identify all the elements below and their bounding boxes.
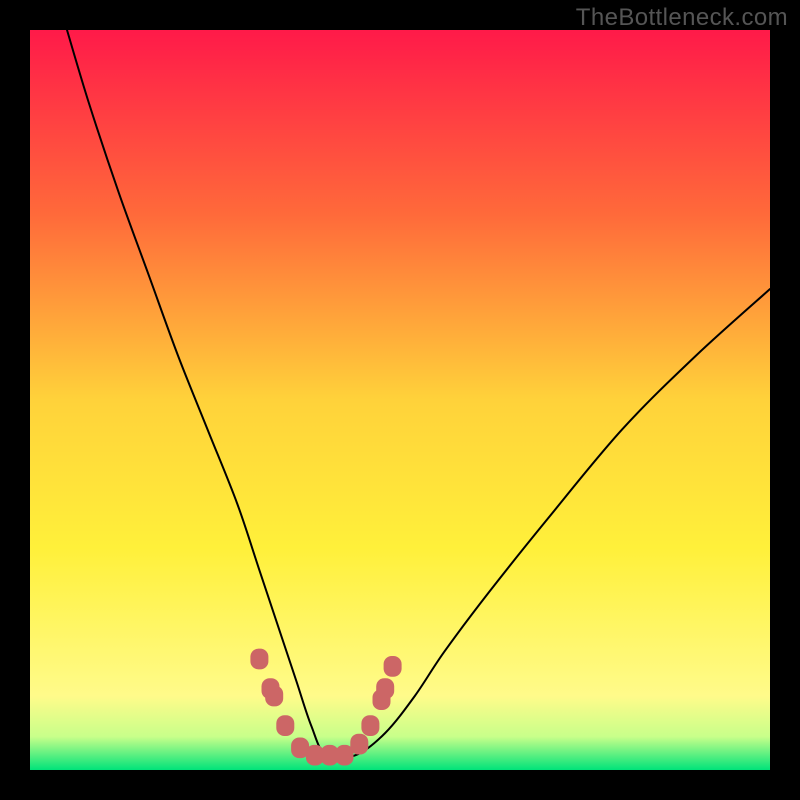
highlight-dot xyxy=(250,649,268,670)
highlight-dot xyxy=(376,678,394,699)
chart-frame: TheBottleneck.com xyxy=(0,0,800,800)
highlight-dot xyxy=(384,656,402,677)
bottleneck-chart xyxy=(0,0,800,800)
highlight-dot xyxy=(265,686,283,707)
watermark-text: TheBottleneck.com xyxy=(576,4,788,32)
highlight-dot xyxy=(361,715,379,736)
highlight-dot xyxy=(350,734,368,755)
highlight-dot xyxy=(276,715,294,736)
plot-background xyxy=(30,30,770,770)
